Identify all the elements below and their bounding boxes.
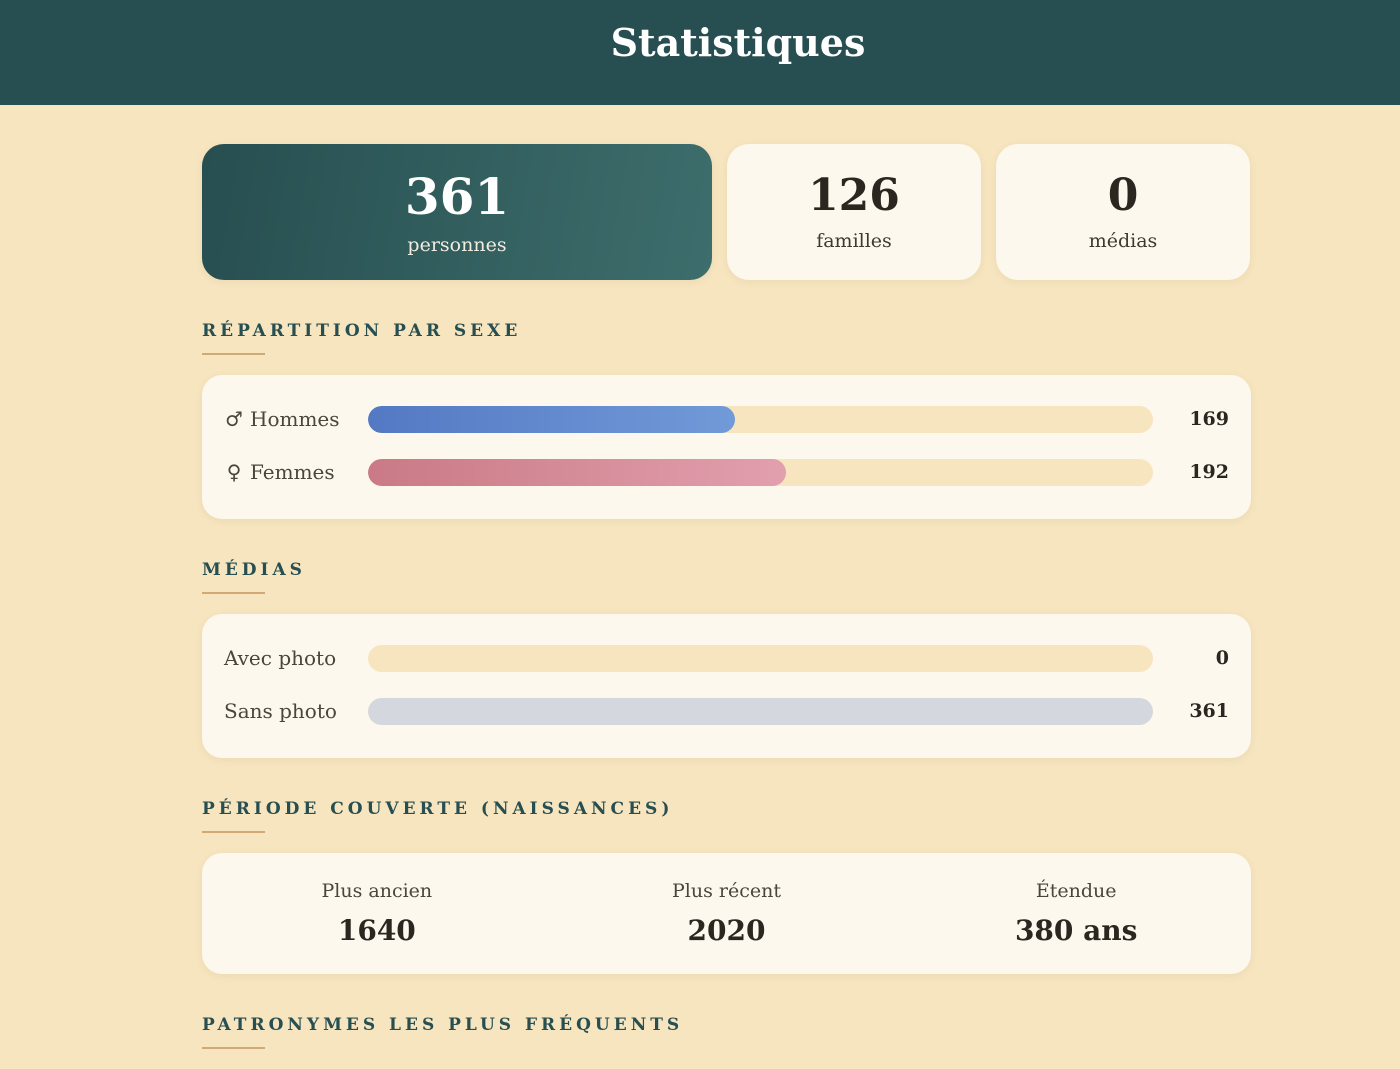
top-header: Statistiques xyxy=(0,0,1400,105)
with-photo-bar-track xyxy=(368,644,1153,672)
period-panel: Plus ancien 1640 Plus récent 2020 Étendu… xyxy=(202,853,1251,974)
summary-cards: 361 personnes 126 familles 0 médias xyxy=(202,144,1251,280)
without-photo-count: 361 xyxy=(1189,700,1229,722)
with-photo-label: Avec photo xyxy=(224,646,337,670)
men-count: 169 xyxy=(1189,408,1229,430)
men-row: ♂ Hommes 169 xyxy=(224,405,1229,433)
surnames-section-title: PATRONYMES LES PLUS FRÉQUENTS xyxy=(202,1015,684,1035)
with-photo-count: 0 xyxy=(1215,647,1229,669)
section-divider xyxy=(202,831,265,833)
section-divider xyxy=(202,592,265,594)
women-count: 192 xyxy=(1189,461,1229,483)
men-label: Hommes xyxy=(250,407,340,431)
sex-distribution-panel: ♂ Hommes 169 ♀ Femmes 192 xyxy=(202,375,1251,519)
persons-label: personnes xyxy=(407,233,507,256)
men-bar-track xyxy=(368,405,1153,433)
women-row: ♀ Femmes 192 xyxy=(224,458,1229,486)
without-photo-bar-fill xyxy=(368,697,1153,725)
main-content: 361 personnes 126 familles 0 médias RÉPA… xyxy=(202,144,1251,1069)
media-label: médias xyxy=(1088,230,1158,253)
media-count: 0 xyxy=(1107,169,1139,221)
newest-label: Plus récent xyxy=(672,880,781,902)
media-panel: Avec photo 0 Sans photo 361 xyxy=(202,614,1251,758)
men-bar-fill xyxy=(368,405,736,433)
oldest-label: Plus ancien xyxy=(321,880,433,902)
period-section-title: PÉRIODE COUVERTE (NAISSANCES) xyxy=(202,799,674,819)
without-photo-bar-track xyxy=(368,697,1153,725)
without-photo-row: Sans photo 361 xyxy=(224,697,1229,725)
oldest-birth: Plus ancien 1640 xyxy=(202,880,552,947)
with-photo-row: Avec photo 0 xyxy=(224,644,1229,672)
women-bar-track xyxy=(368,458,1153,486)
persons-card[interactable]: 361 personnes xyxy=(202,144,712,280)
female-icon: ♀ xyxy=(226,460,242,484)
persons-count: 361 xyxy=(404,166,510,226)
male-icon: ♂ xyxy=(225,407,243,431)
span-value: 380 ans xyxy=(1014,914,1138,947)
media-section-title: MÉDIAS xyxy=(202,560,306,580)
span: Étendue 380 ans xyxy=(901,880,1251,947)
without-photo-label: Sans photo xyxy=(224,699,337,723)
sex-section-title: RÉPARTITION PAR SEXE xyxy=(202,321,522,341)
women-bar-fill xyxy=(368,458,786,486)
span-label: Étendue xyxy=(1035,880,1117,902)
newest-birth: Plus récent 2020 xyxy=(552,880,902,947)
section-divider xyxy=(202,353,265,355)
women-label: Femmes xyxy=(250,460,335,484)
section-divider xyxy=(202,1047,265,1049)
families-card[interactable]: 126 familles xyxy=(727,144,981,280)
families-label: familles xyxy=(816,230,892,253)
newest-value: 2020 xyxy=(687,914,766,947)
families-count: 126 xyxy=(808,169,900,221)
page-title: Statistiques xyxy=(610,20,866,65)
oldest-value: 1640 xyxy=(337,914,416,947)
media-card[interactable]: 0 médias xyxy=(996,144,1250,280)
